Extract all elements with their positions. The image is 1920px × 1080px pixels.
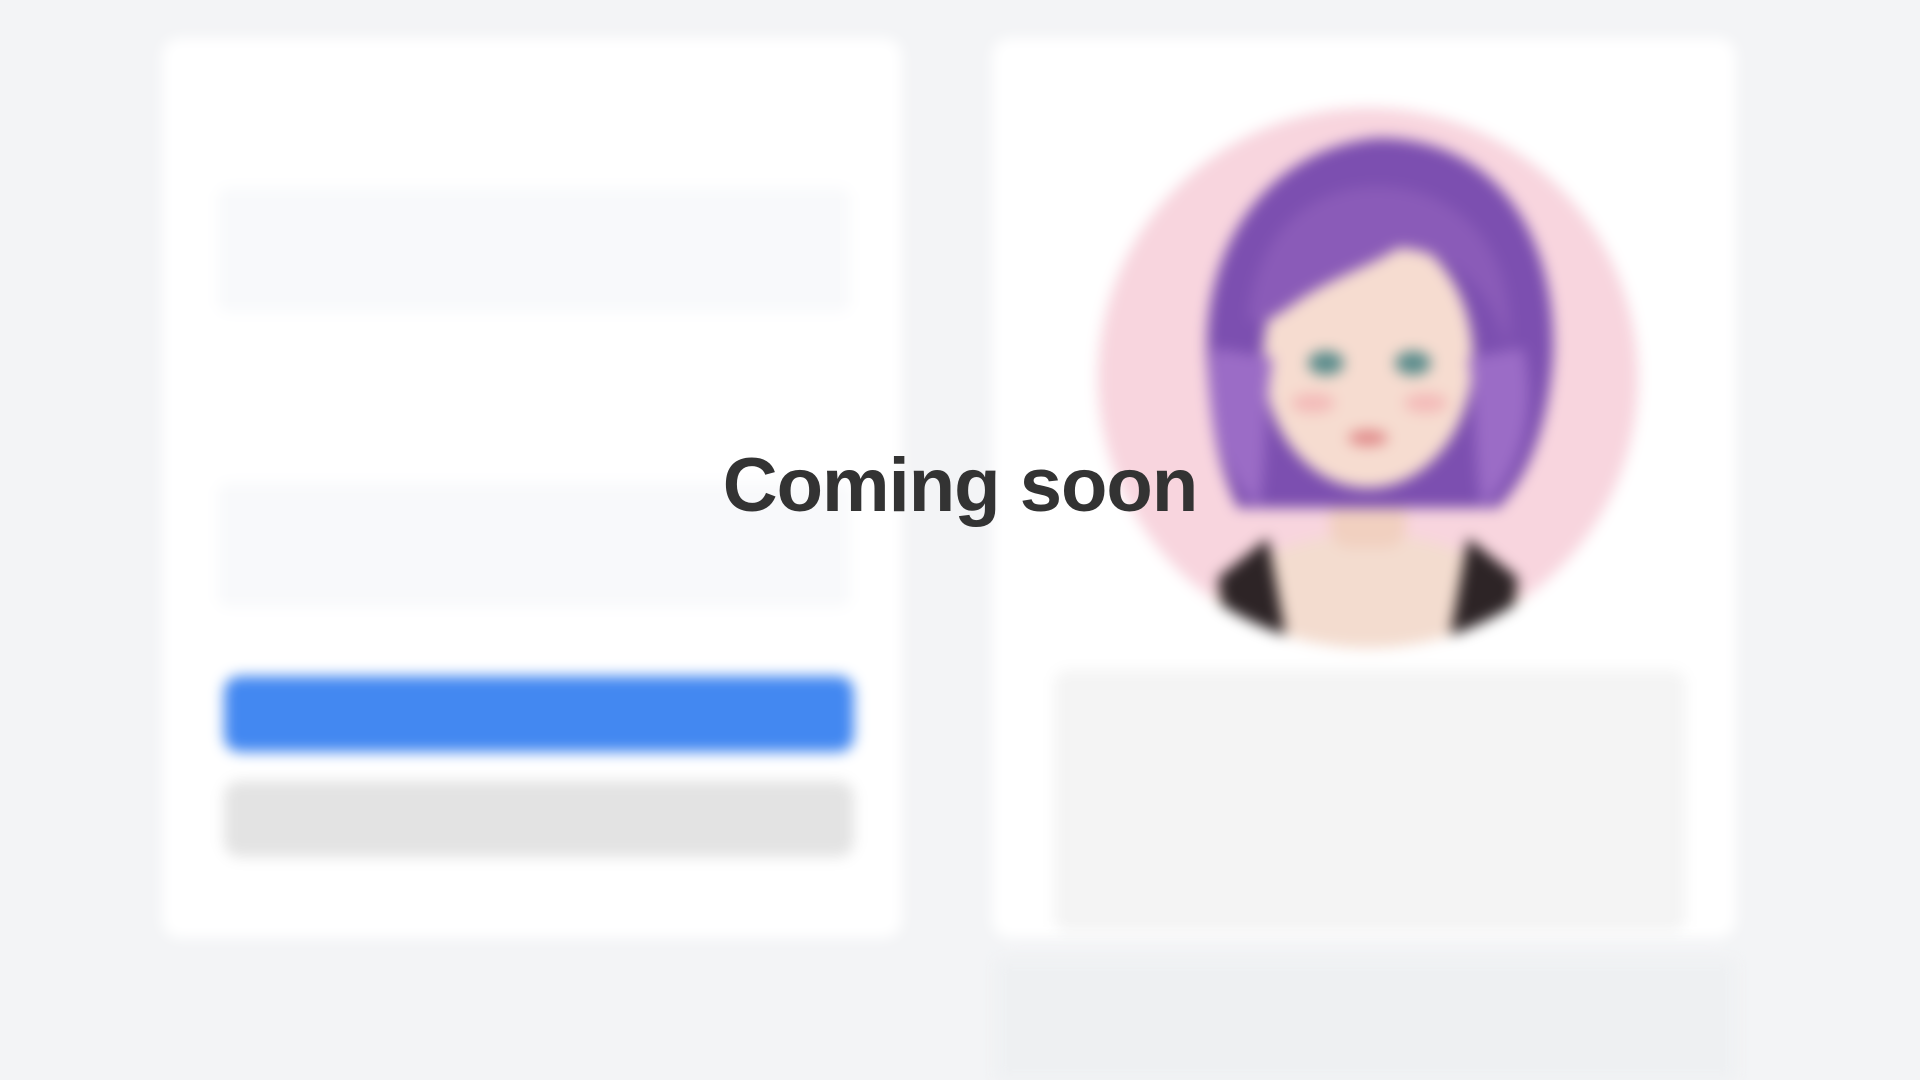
section-title xyxy=(218,98,850,130)
page: Coming soon xyxy=(0,0,1920,1080)
form-section-1 xyxy=(218,98,850,312)
prompt-textarea-1[interactable] xyxy=(218,188,850,312)
field-label xyxy=(218,150,850,176)
section-title xyxy=(218,393,850,425)
generate-button[interactable] xyxy=(224,676,854,752)
bottom-panel xyxy=(996,960,1736,1080)
avatar-image xyxy=(1098,108,1638,648)
preview-panel xyxy=(1054,670,1686,932)
coming-soon-overlay: Coming soon xyxy=(722,443,1199,528)
blurred-background xyxy=(0,0,1920,1080)
secondary-button[interactable] xyxy=(224,781,854,857)
anime-portrait-icon xyxy=(1098,108,1638,648)
